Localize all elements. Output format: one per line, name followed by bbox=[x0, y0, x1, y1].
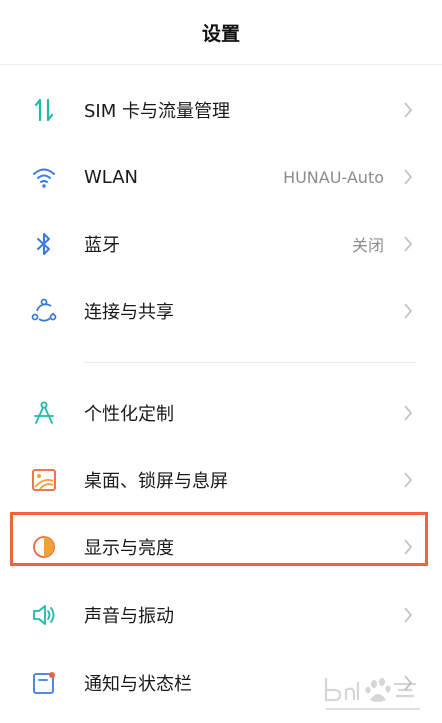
chevron-right-icon bbox=[400, 234, 416, 254]
settings-item-label: 桌面、锁屏与息屏 bbox=[84, 471, 228, 492]
watermark-logo bbox=[320, 670, 426, 716]
wallpaper-icon bbox=[30, 466, 58, 494]
settings-item-personalization[interactable]: 个性化定制 bbox=[0, 381, 442, 445]
settings-item-value: 关闭 bbox=[351, 236, 384, 255]
settings-item-label: 通知与状态栏 bbox=[84, 674, 192, 695]
settings-item-sim-data[interactable]: SIM 卡与流量管理 bbox=[0, 78, 442, 142]
settings-item-bluetooth[interactable]: 蓝牙 关闭 bbox=[0, 212, 442, 276]
settings-item-wlan[interactable]: WLAN HUNAU-Auto bbox=[0, 145, 442, 209]
wifi-icon bbox=[30, 163, 58, 191]
section-divider bbox=[84, 362, 416, 363]
chevron-right-icon bbox=[400, 301, 416, 321]
settings-item-desktop-lockscreen[interactable]: 桌面、锁屏与息屏 bbox=[0, 448, 442, 512]
top-bar: 设置 bbox=[0, 0, 442, 65]
settings-item-label: 蓝牙 bbox=[84, 235, 120, 256]
chevron-right-icon bbox=[400, 403, 416, 423]
settings-item-label: 连接与共享 bbox=[84, 302, 174, 323]
bluetooth-icon bbox=[30, 230, 58, 258]
speaker-icon bbox=[30, 601, 58, 629]
settings-item-value: HUNAU-Auto bbox=[283, 167, 384, 187]
chevron-right-icon bbox=[400, 605, 416, 625]
page-title: 设置 bbox=[201, 22, 240, 45]
settings-item-sound-vibration[interactable]: 声音与振动 bbox=[0, 583, 442, 647]
settings-item-connection-share[interactable]: 连接与共享 bbox=[0, 279, 442, 343]
notification-icon bbox=[30, 669, 58, 697]
settings-item-label: 声音与振动 bbox=[84, 606, 174, 627]
connection-share-icon bbox=[30, 297, 58, 325]
compass-icon bbox=[30, 399, 58, 427]
sim-data-arrows-icon bbox=[30, 96, 58, 124]
chevron-right-icon bbox=[400, 167, 416, 187]
highlight-annotation-box bbox=[10, 512, 428, 566]
settings-item-label: WLAN bbox=[84, 166, 139, 188]
chevron-right-icon bbox=[400, 100, 416, 120]
settings-item-label: 个性化定制 bbox=[84, 404, 174, 425]
settings-item-label: SIM 卡与流量管理 bbox=[84, 101, 230, 122]
chevron-right-icon bbox=[400, 470, 416, 490]
